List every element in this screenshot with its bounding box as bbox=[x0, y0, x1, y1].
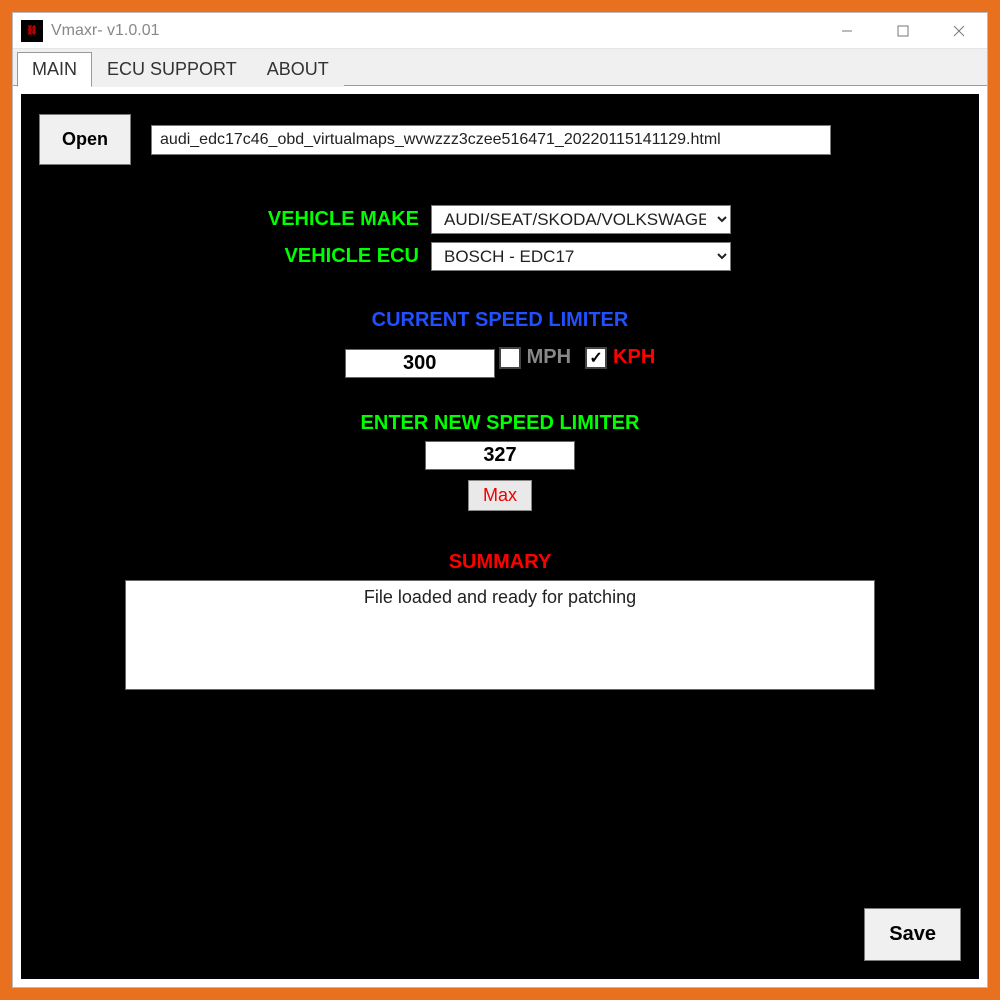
window-title: Vmaxr- v1.0.01 bbox=[51, 22, 819, 40]
mph-option[interactable]: MPH bbox=[499, 346, 571, 369]
kph-checkbox[interactable] bbox=[585, 347, 607, 369]
kph-label: KPH bbox=[613, 346, 655, 369]
unit-row: MPH KPH bbox=[499, 346, 656, 369]
minimize-button[interactable] bbox=[819, 13, 875, 48]
current-limiter-section: CURRENT SPEED LIMITER MPH KPH bbox=[39, 309, 961, 378]
new-limiter-input[interactable] bbox=[425, 441, 575, 470]
tab-main[interactable]: MAIN bbox=[17, 52, 92, 87]
summary-box: File loaded and ready for patching bbox=[125, 580, 875, 690]
vehicle-form: VEHICLE MAKE AUDI/SEAT/SKODA/VOLKSWAGEN … bbox=[219, 205, 961, 271]
minimize-icon bbox=[840, 24, 854, 38]
app-icon: ⛓ bbox=[21, 20, 43, 42]
open-row: Open bbox=[39, 114, 961, 165]
mph-label: MPH bbox=[527, 346, 571, 369]
max-button[interactable]: Max bbox=[468, 480, 532, 511]
maximize-icon bbox=[896, 24, 910, 38]
close-button[interactable] bbox=[931, 13, 987, 48]
save-button[interactable]: Save bbox=[864, 908, 961, 961]
vehicle-make-row: VEHICLE MAKE AUDI/SEAT/SKODA/VOLKSWAGEN bbox=[219, 205, 961, 234]
window-controls bbox=[819, 13, 987, 48]
tab-bar: MAIN ECU SUPPORT ABOUT bbox=[13, 49, 987, 86]
content-area: Open VEHICLE MAKE AUDI/SEAT/SKODA/VOLKSW… bbox=[13, 85, 987, 987]
close-icon bbox=[952, 24, 966, 38]
mph-checkbox[interactable] bbox=[499, 347, 521, 369]
current-limiter-header: CURRENT SPEED LIMITER bbox=[39, 309, 961, 332]
tab-about[interactable]: ABOUT bbox=[252, 52, 344, 87]
titlebar: ⛓ Vmaxr- v1.0.01 bbox=[13, 13, 987, 49]
maximize-button[interactable] bbox=[875, 13, 931, 48]
new-limiter-header: ENTER NEW SPEED LIMITER bbox=[39, 412, 961, 435]
tab-ecu-support[interactable]: ECU SUPPORT bbox=[92, 52, 252, 87]
file-path-input[interactable] bbox=[151, 125, 831, 155]
vehicle-make-select[interactable]: AUDI/SEAT/SKODA/VOLKSWAGEN bbox=[431, 205, 731, 234]
vehicle-ecu-select[interactable]: BOSCH - EDC17 bbox=[431, 242, 731, 271]
vehicle-make-label: VEHICLE MAKE bbox=[219, 208, 419, 231]
new-limiter-section: ENTER NEW SPEED LIMITER Max bbox=[39, 412, 961, 511]
summary-text: File loaded and ready for patching bbox=[364, 587, 636, 607]
vehicle-ecu-row: VEHICLE ECU BOSCH - EDC17 bbox=[219, 242, 961, 271]
summary-section: SUMMARY File loaded and ready for patchi… bbox=[39, 551, 961, 690]
summary-header: SUMMARY bbox=[39, 551, 961, 574]
main-panel: Open VEHICLE MAKE AUDI/SEAT/SKODA/VOLKSW… bbox=[21, 94, 979, 979]
app-window: ⛓ Vmaxr- v1.0.01 MAIN ECU SUPPORT ABOUT … bbox=[12, 12, 988, 988]
vehicle-ecu-label: VEHICLE ECU bbox=[219, 245, 419, 268]
current-limiter-input[interactable] bbox=[345, 349, 495, 378]
kph-option[interactable]: KPH bbox=[585, 346, 655, 369]
open-button[interactable]: Open bbox=[39, 114, 131, 165]
